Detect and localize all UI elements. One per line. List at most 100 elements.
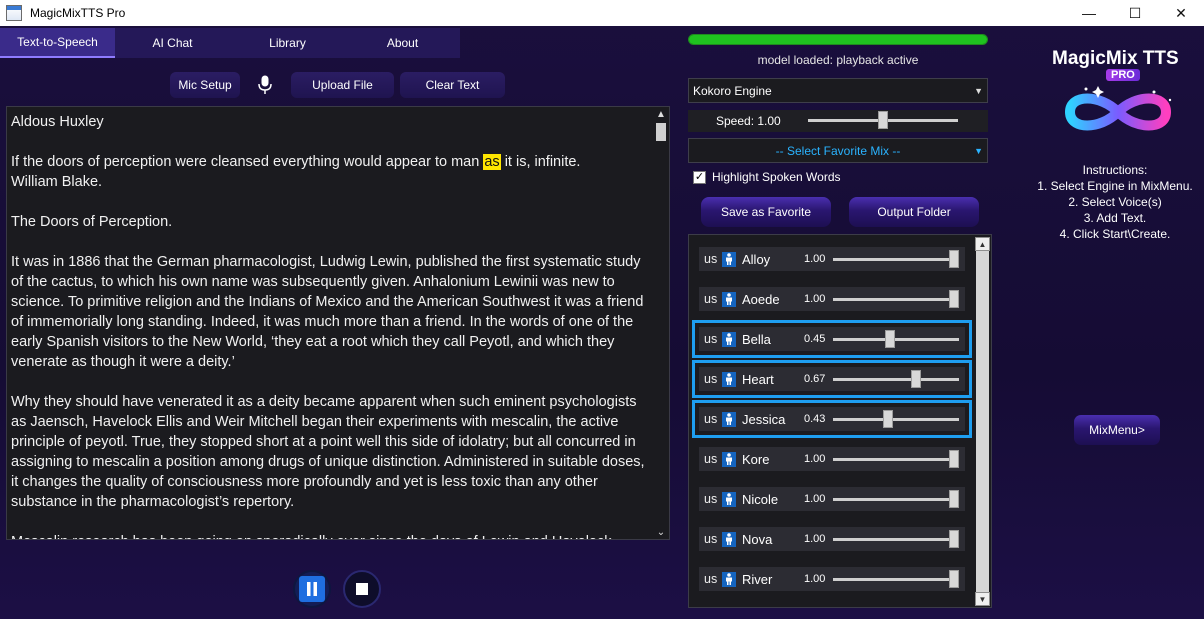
pause-button[interactable] [293,570,331,608]
main-tabs: Text-to-Speech AI Chat Library About [0,28,460,58]
mixmenu-button[interactable]: MixMenu> [1074,415,1160,445]
voice-weight-value: 1.00 [804,573,826,585]
editor-paragraph: If the doors of perception were cleansed… [11,154,581,190]
editor-scrollbar[interactable]: ▲ ⌄ [653,107,669,539]
highlight-label: Highlight Spoken Words [712,170,841,184]
voice-list-scrollbar[interactable]: ▲ ▼ [973,235,992,607]
voice-weight-slider-thumb[interactable] [949,490,959,508]
voice-weight-slider-thumb[interactable] [949,450,959,468]
voice-weight-slider[interactable] [833,338,959,341]
editor-paragraph: The Doors of Perception. [11,214,173,230]
voice-weight-value: 1.00 [804,493,826,505]
tab-text-to-speech[interactable]: Text-to-Speech [0,28,115,58]
scroll-up-icon[interactable]: ▲ [653,107,669,121]
scroll-down-icon[interactable]: ⌄ [653,525,669,539]
person-icon [722,571,736,587]
editor-content[interactable]: Aldous Huxley If the doors of perception… [11,112,651,539]
voice-weight-slider[interactable] [833,378,959,381]
pause-icon [299,576,325,602]
upload-file-button[interactable]: Upload File [291,72,394,98]
voice-weight-slider[interactable] [833,258,959,261]
voice-weight-slider[interactable] [833,498,959,501]
person-icon [722,251,736,267]
checkbox-checked-icon[interactable]: ✓ [693,170,706,184]
voice-row-river[interactable]: us River 1.00 [699,567,965,591]
brand-title: MagicMix TTS [1052,48,1179,69]
voice-row-alloy[interactable]: us Alloy 1.00 [699,247,965,271]
voice-weight-slider-thumb[interactable] [910,370,921,388]
speed-label: Speed: 1.00 [716,114,781,128]
person-icon [722,531,736,547]
voice-weight-value: 1.00 [804,533,826,545]
voice-row-nova[interactable]: us Nova 1.00 [699,527,965,551]
tab-ai-chat[interactable]: AI Chat [115,28,230,58]
scrollbar-thumb[interactable] [656,123,666,141]
voice-weight-slider[interactable] [833,578,959,581]
voice-name: Heart [742,371,774,387]
voice-row-aoede[interactable]: us Aoede 1.00 [699,287,965,311]
voice-weight-slider-thumb[interactable] [949,250,959,268]
engine-select-value: Kokoro Engine [693,83,772,98]
voice-lang: us [704,452,718,466]
instruction-step: 1. Select Engine in MixMenu. [1037,179,1193,193]
tab-library[interactable]: Library [230,28,345,58]
instructions-heading: Instructions: [1082,163,1148,177]
voice-weight-slider-thumb[interactable] [949,570,959,588]
voice-weight-value: 1.00 [804,293,826,305]
voice-name: Kore [742,451,770,467]
spoken-word-highlight: as [483,154,501,170]
text-editor[interactable]: Aldous Huxley If the doors of perception… [6,106,670,540]
voice-name: Bella [742,331,771,347]
voice-name: Nova [742,531,773,547]
favorite-mix-select[interactable]: -- Select Favorite Mix -- ▼ [688,138,988,163]
close-icon[interactable]: ✕ [1158,0,1204,26]
voice-weight-slider[interactable] [833,298,959,301]
favorite-mix-value: -- Select Favorite Mix -- [775,143,901,158]
model-progress-bar [688,34,988,45]
person-icon [722,371,736,387]
voice-weight-value: 0.43 [804,413,826,425]
voice-lang: us [704,332,718,346]
voice-row-nicole[interactable]: us Nicole 1.00 [699,487,965,511]
voice-lang: us [704,292,718,306]
app-icon [6,5,22,21]
voice-weight-value: 0.67 [804,373,826,385]
voice-weight-slider-thumb[interactable] [949,290,959,308]
voice-weight-slider-thumb[interactable] [885,330,896,348]
clear-text-button[interactable]: Clear Text [400,72,505,98]
engine-select[interactable]: Kokoro Engine ▼ [688,78,988,103]
scroll-up-icon[interactable]: ▲ [975,237,990,251]
tab-about[interactable]: About [345,28,460,58]
editor-paragraph: Why they should have venerated it as a d… [11,394,645,510]
highlight-spoken-words-toggle[interactable]: ✓ Highlight Spoken Words [693,170,841,184]
voice-weight-slider-thumb[interactable] [949,530,959,548]
instruction-step: 4. Click Start\Create. [1059,227,1171,241]
voice-weight-slider[interactable] [833,458,959,461]
output-folder-button[interactable]: Output Folder [849,197,979,227]
scrollbar-thumb[interactable] [976,251,989,595]
voice-row-jessica[interactable]: us Jessica 0.43 [692,400,972,438]
voice-weight-slider[interactable] [833,418,959,421]
voice-row-kore[interactable]: us Kore 1.00 [699,447,965,471]
voice-name: Nicole [742,491,779,507]
speed-control: Speed: 1.00 [688,110,988,132]
voice-row-bella[interactable]: us Bella 0.45 [692,320,972,358]
voice-row-heart[interactable]: us Heart 0.67 [692,360,972,398]
save-as-favorite-button[interactable]: Save as Favorite [701,197,831,227]
minimize-icon[interactable]: — [1066,0,1112,26]
person-icon [722,331,736,347]
voice-weight-slider-thumb[interactable] [882,410,893,428]
magicmix-logo-icon [1064,86,1172,131]
voice-list: us Alloy 1.00 us Aoede 1.00 us Bella 0.45 us Heart… [688,234,992,608]
voice-weight-slider[interactable] [833,538,959,541]
voice-weight-value: 1.00 [804,453,826,465]
title-bar: MagicMixTTS Pro — ☐ ✕ [0,0,1204,26]
chevron-down-icon: ▼ [974,85,983,96]
mic-setup-button[interactable]: Mic Setup [170,72,240,98]
maximize-icon[interactable]: ☐ [1112,0,1158,26]
stop-button[interactable] [343,570,381,608]
microphone-icon[interactable] [252,72,278,98]
scroll-down-icon[interactable]: ▼ [975,592,990,606]
voice-name: River [742,571,773,587]
speed-slider-thumb[interactable] [878,111,888,129]
